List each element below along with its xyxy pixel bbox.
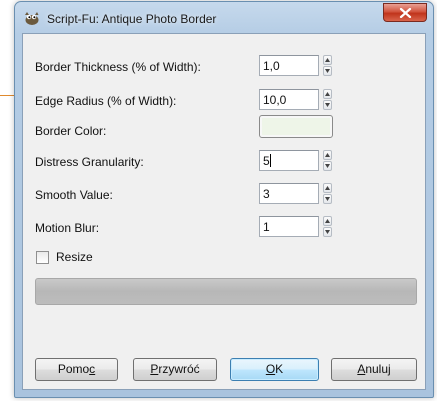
motion-blur-input[interactable]: 1 [259,216,319,237]
dialog-content: Border Thickness (% of Width): 1,0 Edge … [22,33,426,390]
cancel-button-text: nuluj [365,362,391,376]
help-button-text: Pomo [57,362,90,376]
spin-up-button[interactable] [323,150,332,160]
border-thickness-input[interactable]: 1,0 [259,55,319,76]
resize-checkbox[interactable] [36,251,49,264]
dialog-window: Script-Fu: Antique Photo Border Border T… [14,1,434,398]
help-button[interactable]: Pomoc [35,358,118,381]
arrow-down-icon [325,230,330,234]
side-guide-line [0,95,14,96]
border-thickness-label: Border Thickness (% of Width): [35,60,201,74]
ok-button[interactable]: OK [230,358,319,381]
spin-down-button[interactable] [323,66,332,76]
title-bar[interactable]: Script-Fu: Antique Photo Border [15,2,433,36]
spin-down-button[interactable] [323,194,332,204]
smooth-value-spinner[interactable] [323,183,332,204]
ok-button-mnemonic: O [265,362,276,376]
reset-button-text: rzywróć [158,362,200,376]
border-thickness-spinner[interactable] [323,55,332,76]
text-cursor [269,154,271,167]
border-color-label: Border Color: [35,124,107,138]
spin-down-button[interactable] [323,161,332,171]
progress-bar [35,278,417,305]
arrow-up-icon [325,186,330,190]
window-title: Script-Fu: Antique Photo Border [47,12,217,26]
gimp-wilber-icon [25,12,39,25]
smooth-value-input[interactable]: 3 [259,183,319,204]
close-x-icon [399,8,412,18]
edge-radius-input[interactable]: 10,0 [259,89,319,110]
close-button[interactable] [383,3,427,22]
arrow-up-icon [325,58,330,62]
ok-button-text: K [275,362,284,376]
arrow-down-icon [325,103,330,107]
spin-up-button[interactable] [323,216,332,226]
arrow-down-icon [325,69,330,73]
arrow-up-icon [325,153,330,157]
edge-radius-spinner[interactable] [323,89,332,110]
distress-granularity-value: 5 [263,154,270,168]
screen: Script-Fu: Antique Photo Border Border T… [0,0,437,401]
distress-granularity-label: Distress Granularity: [35,155,144,169]
spin-up-button[interactable] [323,89,332,99]
distress-granularity-spinner[interactable] [323,150,332,171]
spin-up-button[interactable] [323,183,332,193]
distress-granularity-input[interactable]: 5 [259,150,319,171]
resize-label[interactable]: Resize [56,250,93,264]
help-button-mnemonic: c [89,362,96,376]
spin-up-button[interactable] [323,55,332,65]
cancel-button[interactable]: Anuluj [331,358,417,381]
arrow-up-icon [325,219,330,223]
reset-button[interactable]: Przywróć [133,358,217,381]
border-color-button[interactable] [259,115,333,138]
arrow-up-icon [325,92,330,96]
motion-blur-spinner[interactable] [323,216,332,237]
spin-down-button[interactable] [323,100,332,110]
smooth-value-label: Smooth Value: [35,188,113,202]
arrow-down-icon [325,197,330,201]
arrow-down-icon [325,164,330,168]
spin-down-button[interactable] [323,227,332,237]
edge-radius-label: Edge Radius (% of Width): [35,94,177,108]
motion-blur-label: Motion Blur: [35,221,100,235]
